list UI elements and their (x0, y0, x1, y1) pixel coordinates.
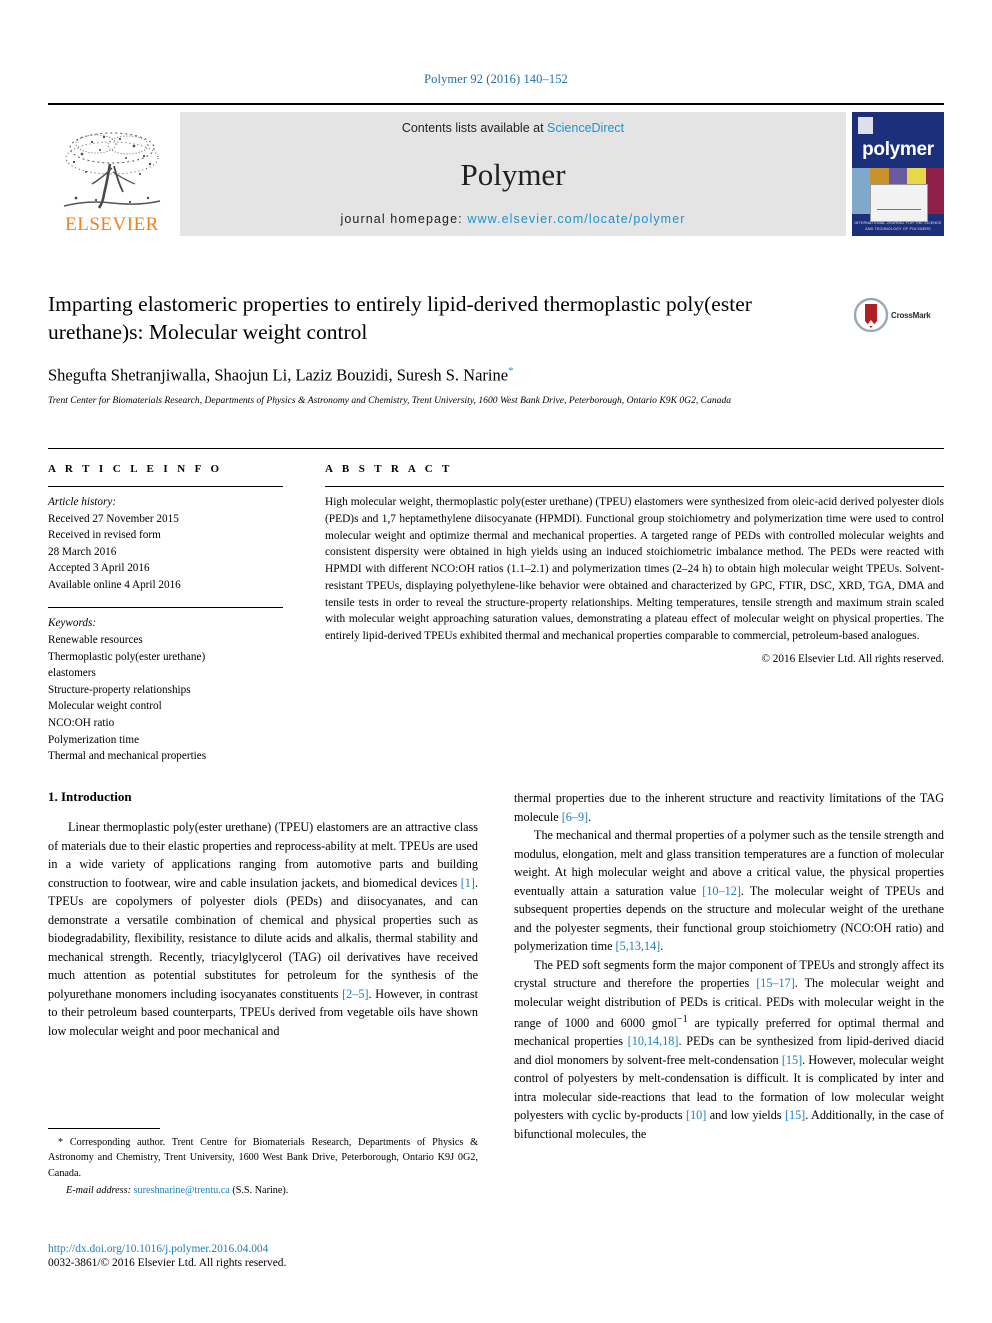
section-number: 1. (48, 789, 58, 804)
elsevier-logo: ELSEVIER (48, 112, 176, 236)
abstract-heading: A B S T R A C T (325, 463, 453, 475)
elsevier-tree-icon (63, 132, 161, 209)
history-item: Received 27 November 2015 (48, 512, 179, 525)
paragraph: The PED soft segments form the major com… (514, 956, 944, 1144)
footnote-body: Corresponding author. Trent Centre for B… (48, 1137, 478, 1179)
author-names: Shegufta Shetranjiwalla, Shaojun Li, Laz… (48, 365, 509, 385)
corresponding-author-footnote: * Corresponding author. Trent Centre for… (48, 1128, 478, 1198)
citation-ref[interactable]: [6–9] (562, 810, 588, 824)
footnote-rule (48, 1128, 160, 1129)
article-info-rule (48, 486, 283, 487)
citation-ref[interactable]: [15] (785, 1108, 805, 1122)
keyword-item: Thermoplastic poly(ester urethane) (48, 650, 206, 663)
journal-homepage-line: journal homepage: www.elsevier.com/locat… (340, 212, 685, 226)
body-column-right: thermal properties due to the inherent s… (514, 789, 944, 1143)
homepage-label: journal homepage: (340, 212, 463, 226)
affiliation: Trent Center for Biomaterials Research, … (48, 395, 732, 407)
contents-line: Contents lists available at ScienceDirec… (402, 121, 624, 135)
keyword-item: Renewable resources (48, 634, 143, 647)
footnote-text: * Corresponding author. Trent Centre for… (48, 1135, 478, 1181)
article-info-column: A R T I C L E I N F O Article history: R… (48, 463, 283, 765)
paragraph-text: . (660, 939, 664, 954)
history-item: Available online 4 April 2016 (48, 578, 181, 591)
history-label: Article history: (48, 496, 117, 508)
citation-ref[interactable]: [10–12] (702, 884, 741, 898)
citation-ref[interactable]: [15–17] (756, 976, 795, 990)
keywords-block: Keywords: Renewable resources Thermoplas… (48, 607, 283, 764)
citation-ref[interactable]: [2–5] (342, 987, 368, 1001)
keyword-item: Thermal and mechanical properties (48, 750, 207, 763)
running-head: Polymer 92 (2016) 140–152 (424, 72, 568, 86)
paragraph-text: and low yields (706, 1108, 785, 1123)
citation-ref[interactable]: [1] (461, 876, 475, 890)
keywords-list: Keywords: Renewable resources Thermoplas… (48, 615, 283, 764)
section-title: Introduction (61, 789, 132, 804)
homepage-url[interactable]: www.elsevier.com/locate/polymer (467, 212, 685, 226)
footer-doi-block: http://dx.doi.org/10.1016/j.polymer.2016… (48, 1243, 548, 1269)
keywords-label: Keywords: (48, 617, 97, 630)
citation-ref[interactable]: [15] (782, 1053, 802, 1067)
cover-footer-text: INTERNATIONAL JOURNAL FOR THE SCIENCE AN… (854, 221, 942, 231)
citation-ref[interactable]: [10,14,18] (628, 1034, 679, 1048)
superscript-exponent: −1 (676, 1013, 688, 1025)
abstract-rule (325, 486, 944, 487)
email-label: E-mail address: (66, 1184, 131, 1196)
body-columns: 1. Introduction Linear thermoplastic pol… (48, 789, 944, 1143)
history-item: 28 March 2016 (48, 545, 117, 558)
author-list: Shegufta Shetranjiwalla, Shaojun Li, Laz… (48, 365, 944, 386)
section-heading-introduction: 1. Introduction (48, 789, 478, 805)
keyword-item: elastomers (48, 667, 96, 680)
sciencedirect-link[interactable]: ScienceDirect (547, 121, 624, 135)
keyword-item: Polymerization time (48, 733, 140, 746)
cover-elsevier-icon (858, 117, 873, 134)
crossmark-icon (854, 298, 888, 332)
article-page: Polymer 92 (2016) 140–152 ELSEVIER Conte… (0, 0, 992, 1323)
info-abstract-row: A R T I C L E I N F O Article history: R… (48, 448, 944, 765)
body-column-left: 1. Introduction Linear thermoplastic pol… (48, 789, 478, 1143)
corresponding-author-marker[interactable]: * (508, 365, 514, 377)
abstract-text: High molecular weight, thermoplastic pol… (325, 496, 944, 643)
keyword-item: Molecular weight control (48, 700, 162, 713)
contents-prefix: Contents lists available at (401, 121, 544, 135)
paragraph: Linear thermoplastic poly(ester urethane… (48, 818, 478, 1041)
doi-link[interactable]: http://dx.doi.org/10.1016/j.polymer.2016… (48, 1243, 548, 1255)
page-title: Imparting elastomeric properties to enti… (48, 292, 752, 345)
crossmark-badge[interactable]: CrossMark (854, 292, 940, 338)
paragraph-text: . TPEUs are copolymers of polyester diol… (48, 875, 478, 1001)
journal-cover-thumbnail: polymer INTERNATIONAL JOURNAL FOR THE SC… (852, 112, 944, 236)
abstract-column: A B S T R A C T High molecular weight, t… (325, 463, 944, 765)
title-block: Imparting elastomeric properties to enti… (48, 290, 944, 409)
cover-title: polymer (862, 139, 934, 160)
abstract-copyright: © 2016 Elsevier Ltd. All rights reserved… (761, 652, 945, 665)
issn-copyright-line: 0032-3861/© 2016 Elsevier Ltd. All right… (48, 1257, 287, 1269)
footnote-email-line: E-mail address: sureshnarine@trentu.ca (… (48, 1183, 478, 1198)
article-info-heading: A R T I C L E I N F O (48, 463, 223, 475)
history-item: Received in revised form (48, 529, 161, 542)
elsevier-wordmark: ELSEVIER (65, 214, 159, 235)
journal-banner: Contents lists available at ScienceDirec… (180, 112, 846, 236)
email-suffix: (S.S. Narine). (232, 1184, 289, 1196)
paragraph-text: . (588, 809, 592, 824)
email-link[interactable]: sureshnarine@trentu.ca (134, 1185, 230, 1196)
cover-chart-inset (870, 184, 928, 222)
keyword-item: NCO:OH ratio (48, 716, 115, 729)
keyword-item: Structure-property relationships (48, 683, 191, 696)
keywords-rule (48, 607, 283, 609)
citation-ref[interactable]: [10] (686, 1108, 706, 1122)
paragraph-text: Linear thermoplastic poly(ester urethane… (48, 820, 478, 890)
article-history: Article history: Received 27 November 20… (48, 494, 283, 593)
history-item: Accepted 3 April 2016 (48, 562, 150, 575)
crossmark-label: CrossMark (891, 310, 931, 320)
journal-title: Polymer (460, 157, 566, 192)
journal-masthead: ELSEVIER Contents lists available at Sci… (48, 103, 944, 236)
citation-ref[interactable]: [5,13,14] (616, 939, 661, 953)
paragraph: The mechanical and thermal properties of… (514, 826, 944, 956)
paragraph: thermal properties due to the inherent s… (514, 789, 944, 826)
